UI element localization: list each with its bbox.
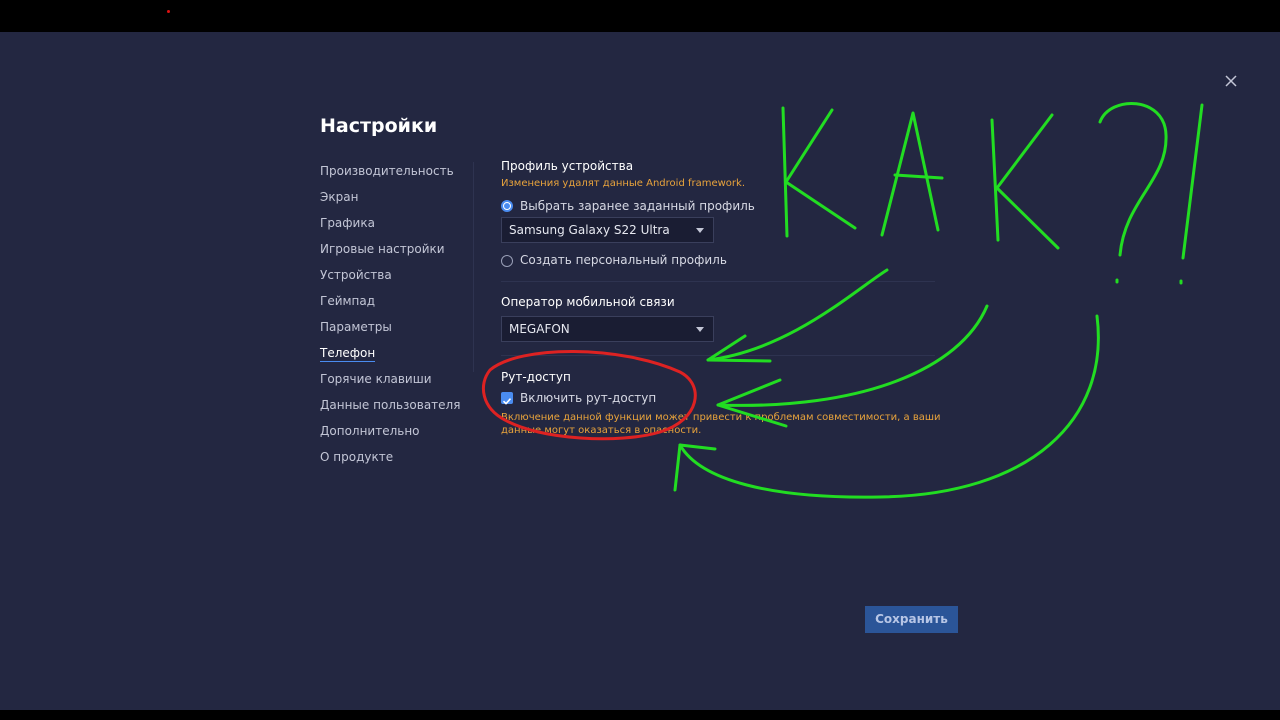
sidebar-item-label: Телефон bbox=[320, 346, 376, 362]
preset-profile-label[interactable]: Выбрать заранее заданный профиль bbox=[520, 199, 755, 213]
sidebar-item-label: Дополнительно bbox=[320, 424, 420, 438]
root-access-heading: Рут-доступ bbox=[501, 370, 571, 384]
page-title: Настройки bbox=[320, 115, 438, 137]
sidebar-item-devices[interactable]: Устройства bbox=[320, 266, 460, 292]
sidebar-item-hotkeys[interactable]: Горячие клавиши bbox=[320, 370, 460, 396]
sidebar-item-parameters[interactable]: Параметры bbox=[320, 318, 460, 344]
section-divider bbox=[501, 355, 935, 356]
settings-sidebar: Производительность Экран Графика Игровые… bbox=[320, 162, 460, 474]
chevron-down-icon bbox=[696, 228, 704, 233]
device-profile-warning: Изменения удалят данные Android framewor… bbox=[501, 178, 746, 189]
sidebar-item-label: Параметры bbox=[320, 320, 392, 334]
sidebar-item-label: Экран bbox=[320, 190, 359, 204]
root-access-warning-line1: Включение данной функции может привести … bbox=[501, 412, 941, 423]
sidebar-divider bbox=[473, 162, 474, 372]
sidebar-item-label: Геймпад bbox=[320, 294, 376, 308]
chevron-down-icon bbox=[696, 327, 704, 332]
bottom-black-strip bbox=[0, 710, 1280, 720]
sidebar-item-display[interactable]: Экран bbox=[320, 188, 460, 214]
preset-profile-radio[interactable] bbox=[501, 200, 513, 212]
root-access-label[interactable]: Включить рут-доступ bbox=[520, 391, 656, 405]
checkmark-icon bbox=[502, 398, 512, 405]
operator-select[interactable]: MEGAFON bbox=[501, 316, 714, 342]
sidebar-item-phone[interactable]: Телефон bbox=[320, 344, 460, 370]
operator-heading: Оператор мобильной связи bbox=[501, 295, 675, 309]
custom-profile-label[interactable]: Создать персональный профиль bbox=[520, 253, 727, 267]
sidebar-item-label: Данные пользователя bbox=[320, 398, 461, 412]
sidebar-item-label: Графика bbox=[320, 216, 375, 230]
sidebar-item-label: Горячие клавиши bbox=[320, 372, 432, 386]
sidebar-item-graphics[interactable]: Графика bbox=[320, 214, 460, 240]
section-divider bbox=[501, 281, 935, 282]
save-button[interactable]: Сохранить bbox=[865, 606, 958, 633]
close-icon[interactable] bbox=[1222, 72, 1240, 90]
root-access-checkbox[interactable] bbox=[501, 392, 513, 405]
sidebar-item-about[interactable]: О продукте bbox=[320, 448, 460, 474]
sidebar-item-label: Производительность bbox=[320, 164, 454, 178]
sidebar-item-label: О продукте bbox=[320, 450, 394, 464]
top-black-strip bbox=[0, 0, 1280, 32]
sidebar-item-gamepad[interactable]: Геймпад bbox=[320, 292, 460, 318]
settings-dialog bbox=[0, 32, 1280, 710]
device-profile-select[interactable]: Samsung Galaxy S22 Ultra bbox=[501, 217, 714, 243]
sidebar-item-label: Устройства bbox=[320, 268, 392, 282]
sidebar-item-label: Игровые настройки bbox=[320, 242, 445, 256]
sidebar-item-game-settings[interactable]: Игровые настройки bbox=[320, 240, 460, 266]
operator-value: MEGAFON bbox=[509, 322, 570, 336]
sidebar-item-advanced[interactable]: Дополнительно bbox=[320, 422, 460, 448]
sidebar-item-user-data[interactable]: Данные пользователя bbox=[320, 396, 460, 422]
device-profile-heading: Профиль устройства bbox=[501, 159, 634, 173]
device-profile-value: Samsung Galaxy S22 Ultra bbox=[509, 223, 670, 237]
root-access-warning-line2: данные могут оказаться в опасности. bbox=[501, 425, 702, 436]
sidebar-item-performance[interactable]: Производительность bbox=[320, 162, 460, 188]
custom-profile-radio[interactable] bbox=[501, 255, 513, 267]
recording-dot bbox=[167, 10, 170, 13]
